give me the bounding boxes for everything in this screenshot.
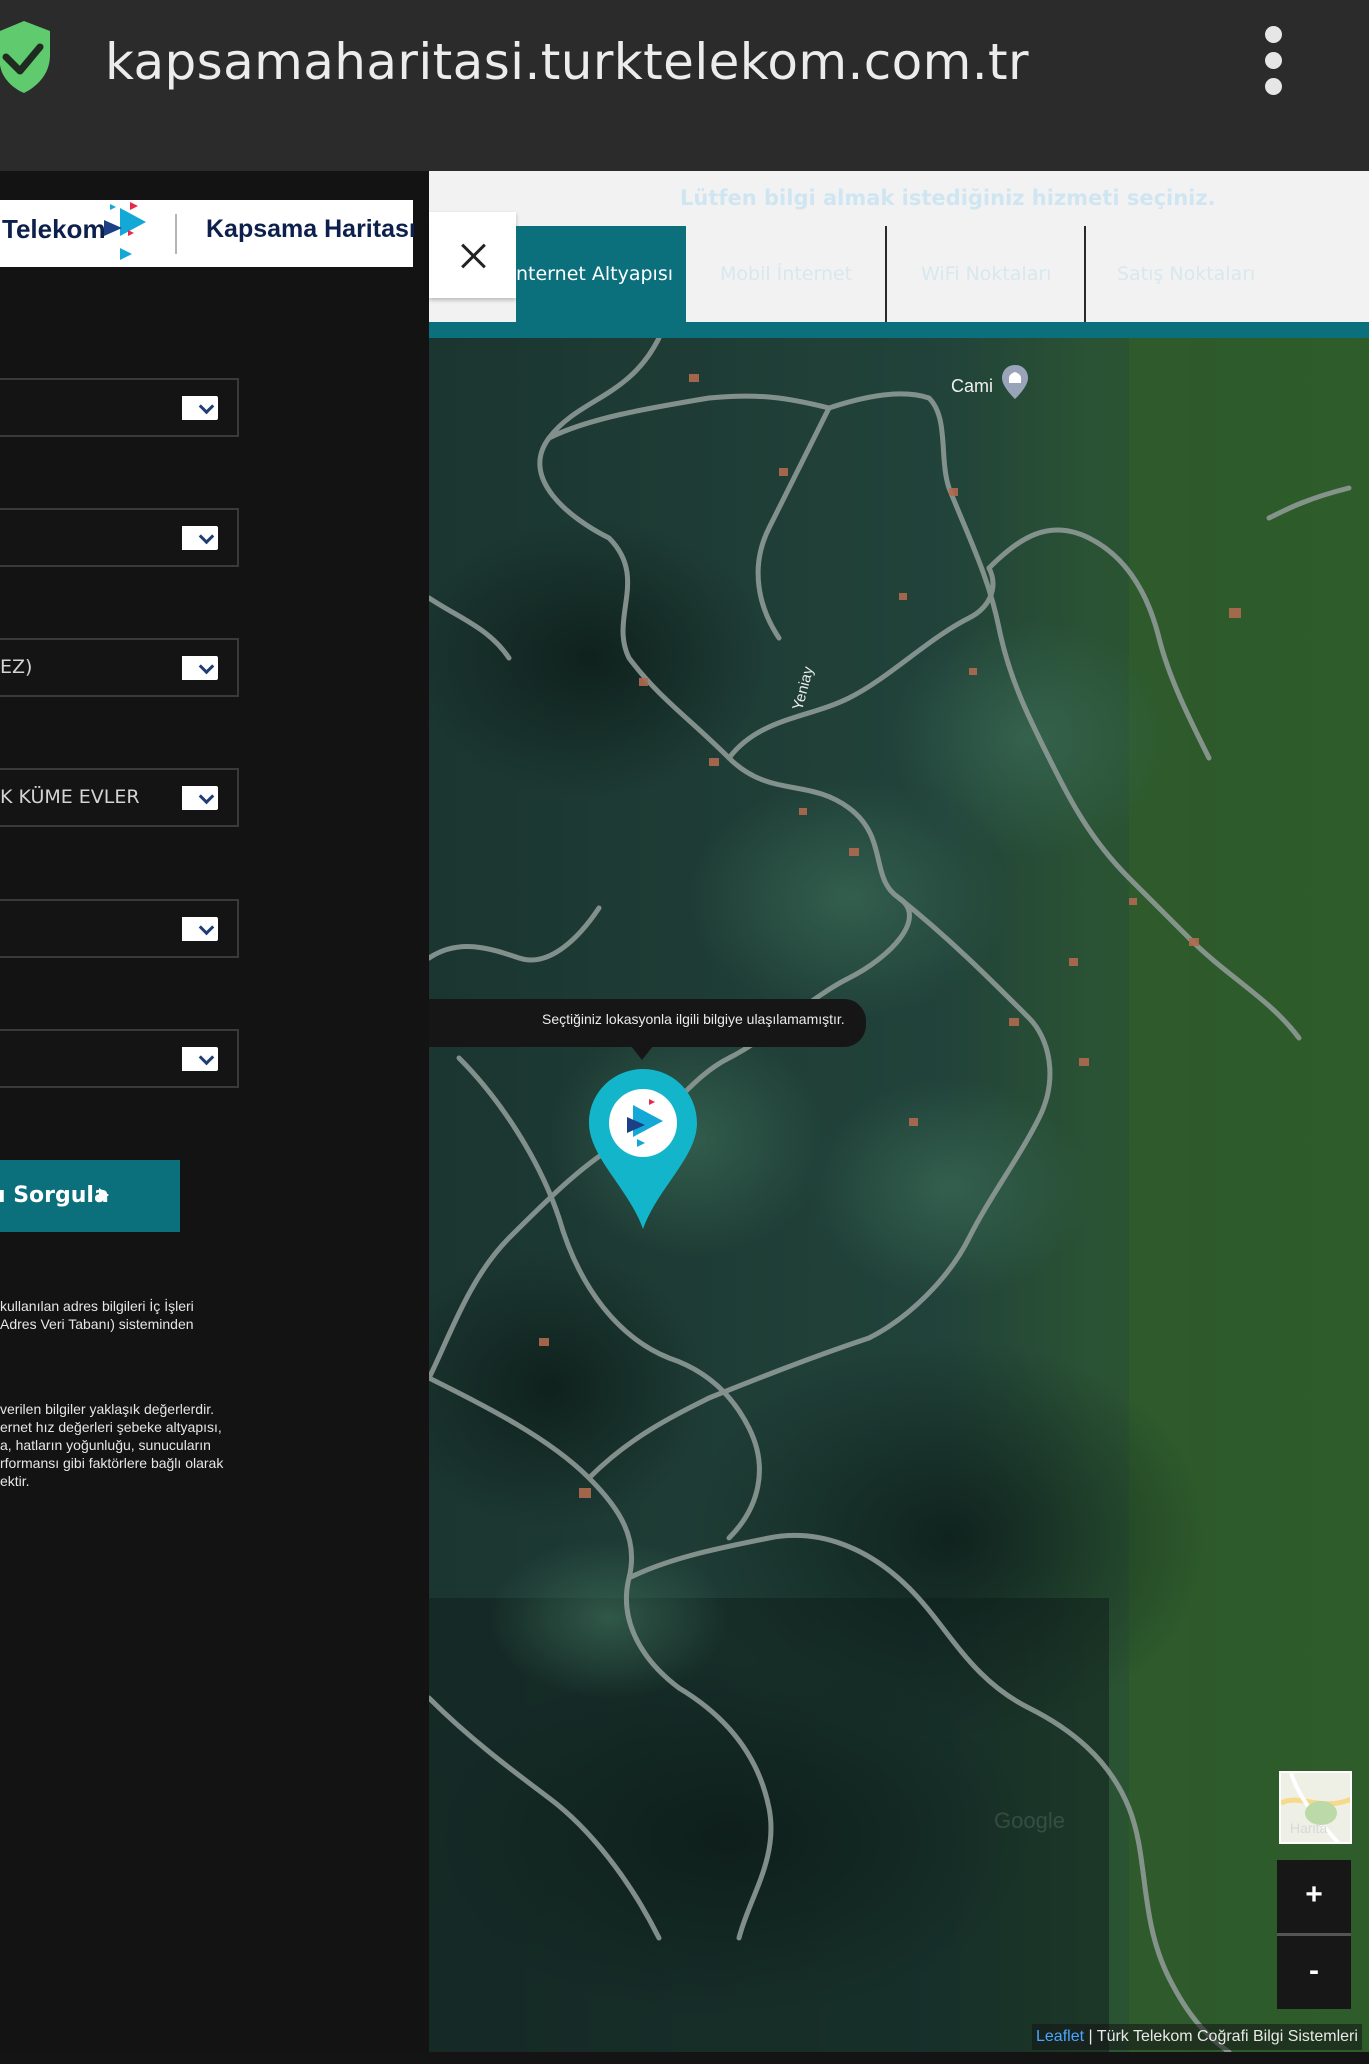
query-button[interactable]: ı Sorgula [0, 1160, 180, 1232]
tabs-underline [429, 322, 1369, 338]
leaflet-link[interactable]: Leaflet [1036, 2028, 1084, 2045]
map-canvas[interactable]: Yeniay Cami Google [429, 338, 1369, 2052]
note-line: rformansı gibi faktörlere bağlı olarak [0, 1455, 224, 1471]
query-button-label: ı Sorgula [0, 1183, 109, 1208]
shield-check-icon [0, 21, 50, 93]
address-info-note: kullanılan adres bilgileri İç İşleri Adr… [0, 1297, 240, 1333]
url-text[interactable]: kapsamaharitasi.turktelekom.com.tr [105, 30, 1029, 94]
bottom-strip [0, 2052, 1369, 2064]
chevron-down-icon [182, 526, 218, 550]
more-vert-icon[interactable] [1245, 24, 1301, 96]
tab-mobile-internet[interactable]: Mobil İnternet [686, 226, 884, 322]
tab-label: Satış Noktaları [1117, 263, 1256, 285]
attribution-text: | Türk Telekom Coğrafi Bilgi Sistemleri [1084, 2028, 1358, 2045]
select-province[interactable] [0, 378, 239, 437]
select-building[interactable] [0, 899, 239, 958]
select-value: EZ) [0, 656, 33, 678]
chevron-down-icon [182, 917, 218, 941]
tab-label: nternet Altyapısı [516, 263, 674, 285]
popup-text: Seçtiğiniz lokasyonla ilgili bilgiye ula… [542, 1011, 845, 1027]
search-panel [0, 171, 429, 2064]
select-door[interactable] [0, 1029, 239, 1088]
chevron-down-icon [182, 656, 218, 680]
tab-internet-infrastructure[interactable]: nternet Altyapısı [516, 226, 686, 322]
poi-label: Cami [951, 376, 994, 396]
speed-info-note: verilen bilgiler yaklaşık değerlerdir. e… [0, 1400, 240, 1490]
play-triangle-icon [99, 1188, 109, 1202]
tab-wifi-points[interactable]: WiFi Noktaları [886, 226, 1084, 322]
tab-label: Mobil İnternet [720, 263, 853, 285]
note-line: verilen bilgiler yaklaşık değerlerdir. [0, 1401, 214, 1417]
tab-sales-points[interactable]: Satış Noktaları [1086, 226, 1369, 322]
layer-label: Harita [1290, 1820, 1328, 1836]
logo-divider [175, 214, 177, 254]
note-line: kullanılan adres bilgileri İç İşleri [0, 1298, 194, 1314]
logo-text: Telekom [2, 214, 106, 244]
note-line: ektir. [0, 1473, 30, 1489]
select-neighborhood[interactable]: EZ) [0, 638, 239, 697]
mosque-icon [1002, 365, 1028, 399]
note-line: Adres Veri Tabanı) sisteminden [0, 1316, 194, 1332]
popup-tip [631, 1046, 653, 1060]
tabs-hint: Lütfen bilgi almak istediğiniz hizmeti s… [680, 186, 1216, 210]
note-line: ernet hız değerleri şebeke altyapısı, [0, 1419, 222, 1435]
map-watermark: Google [994, 1808, 1065, 1833]
satellite-imagery [429, 338, 1369, 2052]
tab-label: WiFi Noktaları [921, 263, 1052, 285]
note-line: a, hatların yoğunluğu, sunucuların [0, 1437, 211, 1453]
logo-arrows-icon [104, 202, 146, 260]
close-icon[interactable] [429, 212, 516, 298]
select-district[interactable] [0, 508, 239, 567]
chevron-down-icon [182, 1047, 218, 1071]
map-attribution: Leaflet | Türk Telekom Coğrafi Bilgi Sis… [1032, 2024, 1362, 2050]
zoom-out-button[interactable]: - [1277, 1936, 1351, 2009]
chevron-down-icon [182, 396, 218, 420]
select-value: K KÜME EVLER [0, 786, 140, 808]
page-title: Kapsama Haritası [206, 215, 416, 243]
zoom-in-button[interactable]: + [1277, 1860, 1351, 1933]
chevron-down-icon [182, 786, 218, 810]
select-street[interactable]: K KÜME EVLER [0, 768, 239, 827]
map-marker-icon[interactable] [589, 1069, 697, 1229]
